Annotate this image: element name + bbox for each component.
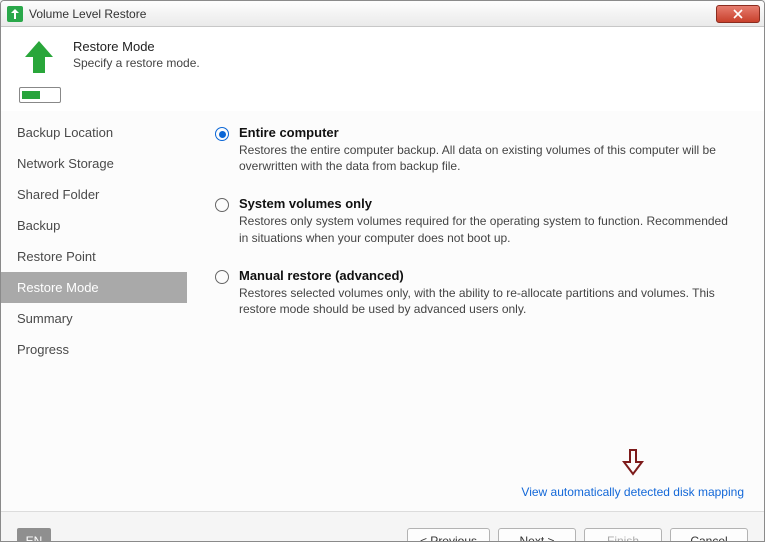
sidebar-item-backup[interactable]: Backup [1,210,187,241]
sidebar: Backup Location Network Storage Shared F… [1,111,187,511]
language-badge[interactable]: EN [17,528,51,542]
callout-arrow-icon [622,448,644,479]
option-desc: Restores only system volumes required fo… [239,213,740,245]
radio-system-volumes[interactable] [215,198,229,212]
option-texts: Manual restore (advanced) Restores selec… [239,268,740,317]
link-row: View automatically detected disk mapping [521,448,744,499]
page-title: Restore Mode [73,39,200,54]
sidebar-item-progress[interactable]: Progress [1,334,187,365]
option-texts: System volumes only Restores only system… [239,196,740,245]
main-panel: Entire computer Restores the entire comp… [187,111,764,511]
finish-button: Finish [584,528,662,542]
option-texts: Entire computer Restores the entire comp… [239,125,740,174]
option-title: Entire computer [239,125,740,140]
page-subtitle: Specify a restore mode. [73,56,200,70]
sidebar-item-backup-location[interactable]: Backup Location [1,117,187,148]
option-desc: Restores selected volumes only, with the… [239,285,740,317]
header: Restore Mode Specify a restore mode. [1,27,764,83]
cancel-button[interactable]: Cancel [670,528,748,542]
option-entire-computer[interactable]: Entire computer Restores the entire comp… [215,125,740,174]
radio-entire-computer[interactable] [215,127,229,141]
previous-button[interactable]: < Previous [407,528,490,542]
option-manual-restore[interactable]: Manual restore (advanced) Restores selec… [215,268,740,317]
sidebar-item-restore-mode[interactable]: Restore Mode [1,272,187,303]
sidebar-item-summary[interactable]: Summary [1,303,187,334]
restore-arrow-icon [19,37,59,77]
view-disk-mapping-link[interactable]: View automatically detected disk mapping [521,485,744,499]
option-title: Manual restore (advanced) [239,268,740,283]
sidebar-item-restore-point[interactable]: Restore Point [1,241,187,272]
option-title: System volumes only [239,196,740,211]
window: Volume Level Restore Restore Mode Specif… [0,0,765,542]
next-button[interactable]: Next > [498,528,576,542]
sidebar-item-shared-folder[interactable]: Shared Folder [1,179,187,210]
body: Backup Location Network Storage Shared F… [1,111,764,511]
step-progress-icon [19,87,61,103]
header-texts: Restore Mode Specify a restore mode. [73,37,200,77]
titlebar: Volume Level Restore [1,1,764,27]
option-system-volumes[interactable]: System volumes only Restores only system… [215,196,740,245]
option-desc: Restores the entire computer backup. All… [239,142,740,174]
radio-manual-restore[interactable] [215,270,229,284]
close-button[interactable] [716,5,760,23]
app-icon [7,6,23,22]
step-progress-fill [22,91,40,99]
sidebar-item-network-storage[interactable]: Network Storage [1,148,187,179]
footer: EN < Previous Next > Finish Cancel [1,511,764,542]
window-title: Volume Level Restore [29,7,716,21]
